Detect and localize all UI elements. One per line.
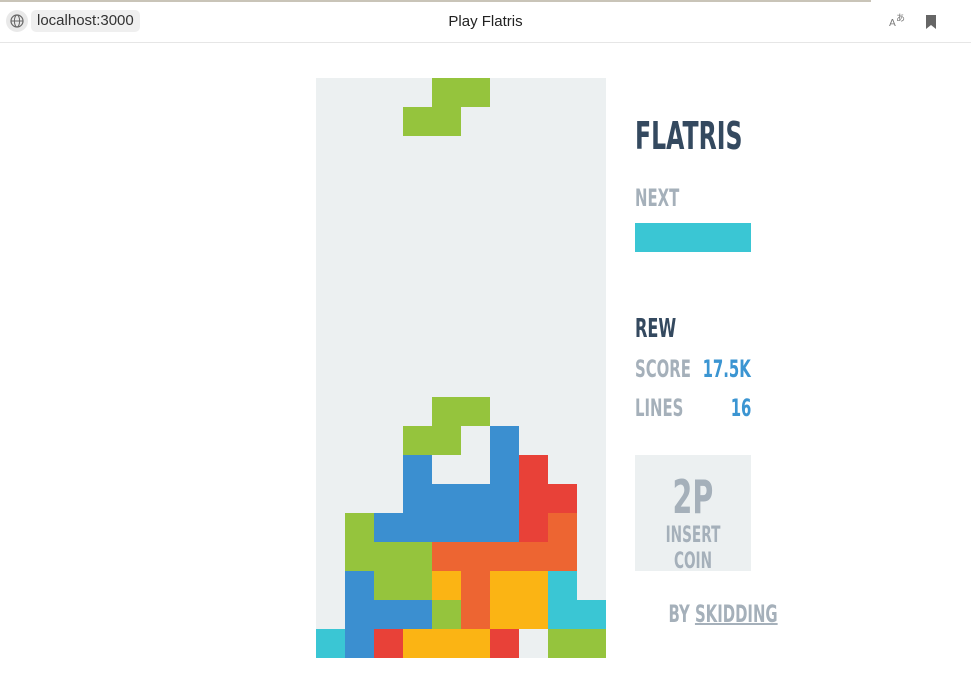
- block-cell: [403, 513, 432, 542]
- block-cell: [374, 542, 403, 571]
- game-panel: FLATRIS NEXT REW SCORE 17.5K LINES 16 2P…: [635, 78, 778, 658]
- block-cell: [432, 397, 461, 426]
- bookmark-icon[interactable]: [925, 14, 937, 30]
- block-cell: [316, 629, 345, 658]
- next-label: NEXT: [635, 184, 680, 212]
- block-cell: [432, 513, 461, 542]
- block-cell: [548, 542, 577, 571]
- block-cell: [403, 571, 432, 600]
- block-cell: [490, 600, 519, 629]
- lines-label: LINES: [635, 394, 684, 422]
- block-cell: [403, 542, 432, 571]
- block-cell: [345, 513, 374, 542]
- block-cell: [548, 629, 577, 658]
- block-cell: [490, 571, 519, 600]
- block-cell: [519, 455, 548, 484]
- block-cell: [403, 455, 432, 484]
- translate-icon[interactable]: A あ: [888, 11, 908, 31]
- block-cell: [374, 513, 403, 542]
- coin-title: 2P: [672, 470, 714, 524]
- block-cell: [519, 542, 548, 571]
- block-cell: [432, 600, 461, 629]
- next-piece-preview: [635, 223, 751, 252]
- block-cell: [403, 484, 432, 513]
- coin-subtitle: INSERT COIN: [665, 523, 721, 574]
- score-value: 17.5K: [702, 355, 751, 383]
- game-logo: FLATRIS: [635, 114, 743, 158]
- block-cell: [432, 426, 461, 455]
- block-cell: [403, 426, 432, 455]
- block-cell: [374, 629, 403, 658]
- block-cell: [403, 629, 432, 658]
- block-cell: [461, 513, 490, 542]
- block-cell: [548, 600, 577, 629]
- page-title: Play Flatris: [448, 13, 523, 30]
- block-cell: [374, 571, 403, 600]
- block-cell: [490, 629, 519, 658]
- game-well[interactable]: [316, 78, 606, 658]
- block-cell: [374, 600, 403, 629]
- block-cell: [490, 542, 519, 571]
- block-cell: [432, 484, 461, 513]
- active-piece-cell: [432, 107, 461, 136]
- insert-coin-button[interactable]: 2P INSERT COIN: [635, 455, 751, 574]
- block-cell: [432, 571, 461, 600]
- active-piece-cell: [432, 78, 461, 107]
- block-cell: [490, 426, 519, 455]
- block-cell: [461, 397, 490, 426]
- block-cell: [548, 571, 577, 600]
- block-cell: [548, 484, 577, 513]
- block-cell: [345, 542, 374, 571]
- block-cell: [519, 484, 548, 513]
- player-name: REW: [635, 314, 677, 344]
- author-link[interactable]: SKIDDING: [695, 600, 778, 628]
- browser-toolbar: localhost:3000 Play Flatris A あ: [0, 0, 971, 43]
- block-cell: [490, 484, 519, 513]
- active-piece-cell: [461, 78, 490, 107]
- block-cell: [345, 629, 374, 658]
- loading-bar: [0, 0, 871, 2]
- block-cell: [432, 542, 461, 571]
- block-cell: [345, 600, 374, 629]
- block-cell: [548, 513, 577, 542]
- lines-value: 16: [730, 394, 751, 422]
- svg-text:A: A: [889, 18, 896, 29]
- block-cell: [461, 600, 490, 629]
- block-cell: [461, 629, 490, 658]
- block-cell: [345, 571, 374, 600]
- block-cell: [403, 600, 432, 629]
- block-cell: [461, 571, 490, 600]
- block-cell: [577, 629, 606, 658]
- score-label: SCORE: [635, 355, 691, 383]
- svg-text:あ: あ: [896, 13, 905, 24]
- block-cell: [432, 629, 461, 658]
- credit: BY SKIDDING: [635, 600, 777, 628]
- credit-by: BY: [668, 600, 690, 628]
- block-cell: [577, 600, 606, 629]
- block-cell: [461, 484, 490, 513]
- block-cell: [490, 455, 519, 484]
- block-cell: [519, 600, 548, 629]
- block-cell: [519, 571, 548, 600]
- active-piece-cell: [403, 107, 432, 136]
- block-cell: [490, 513, 519, 542]
- block-cell: [461, 542, 490, 571]
- block-cell: [519, 513, 548, 542]
